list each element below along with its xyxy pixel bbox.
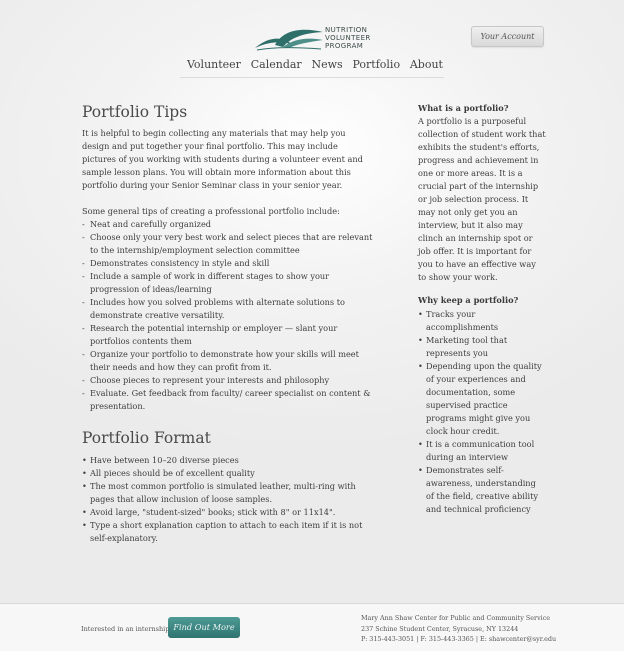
list-item: Evaluate. Get feedback from faculty/ car… (82, 387, 374, 413)
contact-address: Mary Ann Shaw Center for Public and Comm… (361, 613, 556, 645)
logo-line: NUTRITION (325, 26, 368, 34)
sidebar: What is a portfolio? A portfolio is a pu… (418, 102, 546, 516)
page-title: Portfolio Tips (82, 103, 188, 121)
logo-line: PROGRAM (325, 42, 364, 50)
tips-intro: Some general tips of creating a professi… (82, 206, 340, 216)
list-item: Demonstrates self-awareness, understandi… (418, 464, 546, 516)
site-footer: Interested in an internship? Find Out Mo… (0, 603, 624, 651)
list-item: Neat and carefully organized (82, 218, 374, 231)
why-list: Tracks your accomplishments Marketing to… (418, 308, 546, 516)
address-line: Mary Ann Shaw Center for Public and Comm… (361, 614, 551, 622)
nav-divider (180, 77, 444, 78)
list-item: Demonstrates consistency in style and sk… (82, 257, 374, 270)
list-item: Choose pieces to represent your interest… (82, 374, 374, 387)
list-item: Include a sample of work in different st… (82, 270, 374, 296)
site-header: NUTRITION VOLUNTEER PROGRAM Your Account… (0, 0, 624, 84)
list-item: Type a short explanation caption to atta… (82, 519, 374, 545)
nav-volunteer[interactable]: Volunteer (187, 58, 241, 78)
address-line: 237 Schine Student Center, Syracuse, NY … (361, 624, 519, 633)
format-list: Have between 10–20 diverse pieces All pi… (82, 454, 374, 545)
main-nav: Volunteer Calendar News Portfolio About (187, 58, 443, 78)
intro-paragraph: It is helpful to begin collecting any ma… (82, 128, 363, 190)
internship-question: Interested in an internship? (81, 625, 173, 633)
main-content: Portfolio Tips It is helpful to begin co… (82, 102, 374, 545)
why-heading: Why keep a portfolio? (418, 295, 519, 305)
list-item: Tracks your accomplishments (418, 308, 546, 334)
list-item: Choose only your very best work and sele… (82, 231, 374, 257)
your-account-button[interactable]: Your Account (471, 26, 544, 47)
address-line: P: 315-443-3051 | F: 315-443-3365 | E: s… (361, 635, 557, 643)
format-title: Portfolio Format (82, 429, 211, 447)
list-item: Avoid large, "student-sized" books; stic… (82, 506, 374, 519)
list-item: It is a communication tool during an int… (418, 438, 546, 464)
list-item: Have between 10–20 diverse pieces (82, 454, 374, 467)
what-text: A portfolio is a purposeful collection o… (418, 116, 546, 282)
list-item: Marketing tool that represents you (418, 334, 546, 360)
nav-calendar[interactable]: Calendar (251, 58, 302, 78)
what-heading: What is a portfolio? (418, 103, 509, 113)
logo-text[interactable]: NUTRITION VOLUNTEER PROGRAM (325, 26, 371, 50)
find-out-more-button[interactable]: Find Out More (168, 617, 240, 638)
list-item: All pieces should be of excellent qualit… (82, 467, 374, 480)
nav-news[interactable]: News (311, 58, 342, 78)
list-item: Depending upon the quality of your exper… (418, 360, 546, 438)
list-item: Organize your portfolio to demonstrate h… (82, 348, 374, 374)
list-item: Research the potential internship or emp… (82, 322, 374, 348)
list-item: The most common portfolio is simulated l… (82, 480, 374, 506)
leaf-logo-icon[interactable] (253, 26, 325, 52)
list-item: Includes how you solved problems with al… (82, 296, 374, 322)
nav-portfolio[interactable]: Portfolio (352, 58, 400, 78)
nav-about[interactable]: About (410, 58, 443, 78)
tips-list: Neat and carefully organized Choose only… (82, 218, 374, 413)
logo-line: VOLUNTEER (325, 34, 371, 42)
